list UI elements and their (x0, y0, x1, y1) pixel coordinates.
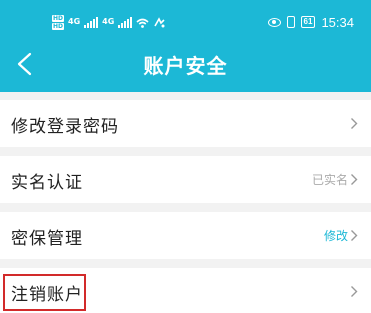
menu-item-real-name[interactable]: 实名认证 已实名 (0, 156, 371, 203)
eye-icon (267, 17, 281, 27)
chevron-right-icon (351, 118, 358, 129)
signal-icon-2 (118, 16, 133, 28)
wifi-icon (136, 18, 149, 28)
battery-level: 61 (303, 17, 313, 26)
activity-icon (154, 16, 165, 27)
clock-time: 15:34 (321, 14, 354, 30)
status-left-group: HD HD 4G 4G (52, 12, 166, 32)
menu-item-label: 密保管理 (11, 229, 83, 249)
chevron-right-icon (351, 174, 358, 185)
menu-item-value: 已实名 (311, 173, 348, 187)
signal-icon (84, 16, 99, 28)
status-right-group: 61 15:34 (267, 13, 354, 31)
highlight-box (3, 274, 86, 311)
network-type-2: 4G (102, 17, 115, 26)
chevron-right-icon (351, 230, 358, 241)
menu-item-security-question[interactable]: 密保管理 修改 (0, 212, 371, 259)
chevron-right-icon (351, 286, 358, 297)
menu-item-label: 修改登录密码 (11, 117, 119, 137)
menu-item-label: 实名认证 (11, 173, 83, 193)
hd-badges: HD HD (52, 14, 65, 30)
status-bar: HD HD 4G 4G 61 15:34 (0, 0, 371, 40)
app-header: HD HD 4G 4G 61 15:34 账户安全 (0, 0, 371, 92)
hd-badge-top: HD (52, 14, 65, 22)
vibrate-icon (286, 16, 295, 28)
battery-icon: 61 (300, 16, 316, 28)
menu-item-change-password[interactable]: 修改登录密码 (0, 100, 371, 147)
hd-badge-bottom: HD (52, 22, 65, 30)
page-title: 账户安全 (143, 54, 228, 78)
network-type-1: 4G (68, 17, 81, 26)
menu-item-value: 修改 (323, 229, 348, 243)
